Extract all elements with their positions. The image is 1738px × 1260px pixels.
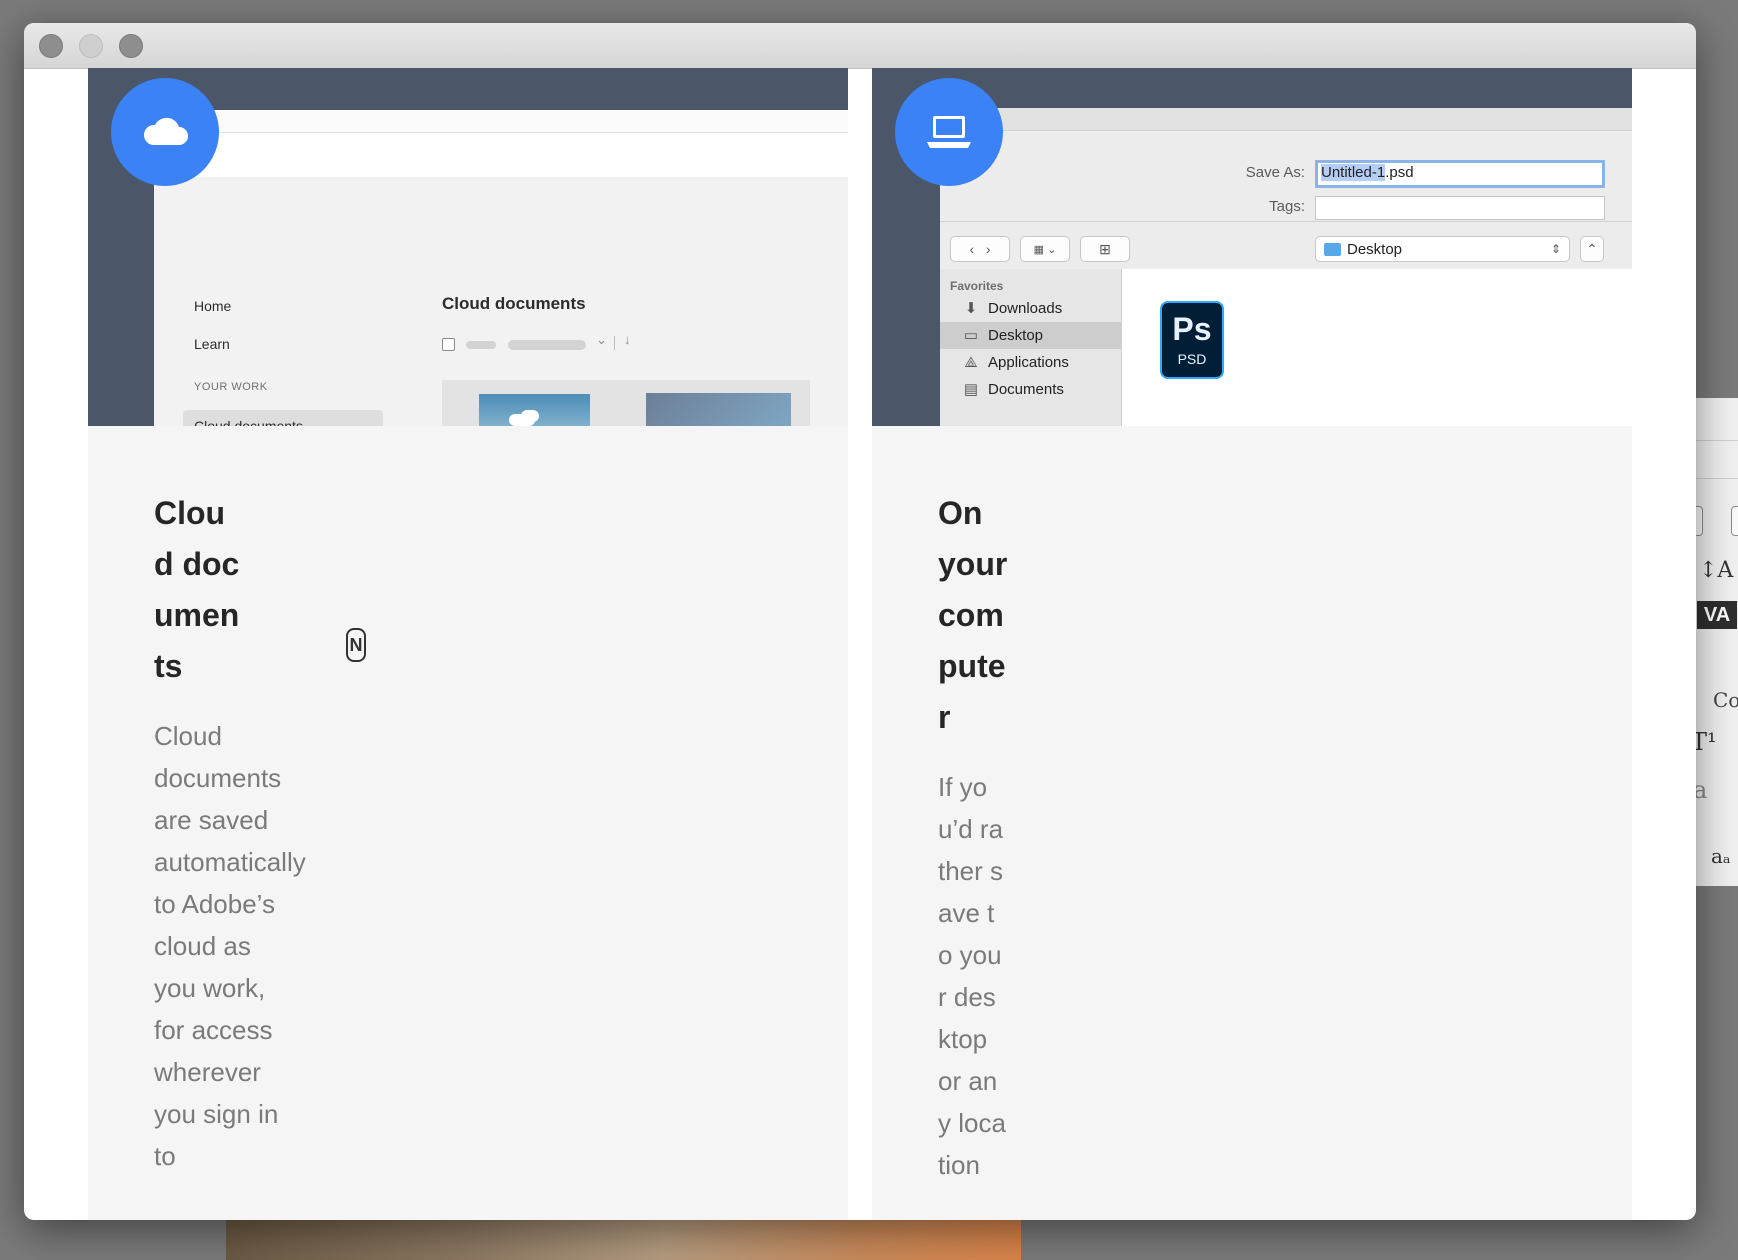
updown-icon: ⇕ <box>1550 242 1561 256</box>
section-label: YOUR WORK <box>194 381 268 393</box>
documents-icon: ▤ <box>963 380 979 398</box>
save-as-field: Untitled-1.psd <box>1315 160 1605 188</box>
kerning-icon: VA <box>1697 601 1737 629</box>
folder-icon <box>1324 242 1341 256</box>
title-bar <box>24 23 1696 69</box>
tags-label: Tags: <box>1269 198 1305 215</box>
panel-divider <box>1691 440 1738 441</box>
applications-icon: ⟁ <box>964 353 978 371</box>
on-your-computer-card[interactable]: Save As: Untitled-1.psd Tags: ‹ › ▦ ⌄ ⊞ … <box>872 68 1632 1220</box>
zoom-button[interactable] <box>119 34 143 58</box>
downloads-icon: ⬇ <box>964 299 978 317</box>
document-tile <box>442 380 626 426</box>
background-character-panel: ↕A VA Co T¹ a aₐ <box>1690 398 1738 886</box>
psd-file-icon: Ps PSD <box>1160 301 1224 379</box>
thumbnail-photo <box>479 394 590 426</box>
collapse-icon: ⌃ <box>1580 236 1604 262</box>
cloud-preview-image: Home Learn YOUR WORK Cloud documents Clo… <box>88 68 848 426</box>
ligature-icon: aₐ <box>1711 844 1731 868</box>
placeholder-bar <box>466 341 496 349</box>
app-topbar <box>154 110 848 133</box>
select-checkbox <box>442 338 455 351</box>
nav-home: Home <box>194 298 232 314</box>
close-button[interactable] <box>39 34 63 58</box>
computer-badge <box>895 78 1003 186</box>
favorites-sidebar: Favorites ⬇ Downloads ▭ Desktop ⟁ Applicati… <box>940 269 1122 426</box>
card-description: Cloud documents are saved automatically … <box>154 721 306 1171</box>
back-forward-buttons: ‹ › <box>950 236 1010 262</box>
view-options-button: ▦ ⌄ <box>1020 236 1070 262</box>
thumbnail-gradient <box>646 393 791 426</box>
favorite-documents: ▤ Documents <box>963 380 1064 398</box>
nav-cloud-documents: Cloud documents <box>194 418 303 426</box>
toolbar-divider <box>614 336 615 350</box>
cloud-icon <box>143 117 188 145</box>
panel-divider <box>1691 478 1738 479</box>
document-tile <box>626 380 810 426</box>
leading-icon: ↕A <box>1699 558 1734 583</box>
chevron-left-icon: ‹ <box>969 241 975 257</box>
laptop-icon <box>927 116 971 148</box>
cloud-documents-card[interactable]: Home Learn YOUR WORK Cloud documents Clo… <box>88 68 848 1220</box>
dialog-content: Home Learn YOUR WORK Cloud documents Clo… <box>24 68 1696 1220</box>
location-select: Desktop ⇕ <box>1315 236 1570 262</box>
computer-preview-image: Save As: Untitled-1.psd Tags: ‹ › ▦ ⌄ ⊞ … <box>872 68 1632 426</box>
text-cursor-icon: N <box>346 628 366 662</box>
new-folder-icon: ⊞ <box>1080 236 1130 262</box>
sort-arrow-icon: ↓ <box>624 332 631 347</box>
favorite-desktop: ▭ Desktop <box>940 322 1121 349</box>
file-browser: Ps PSD <box>1122 269 1632 426</box>
cloud-badge <box>111 78 219 186</box>
desktop-icon: ▭ <box>963 326 979 344</box>
favorite-applications: ⟁ Applications <box>940 349 1121 376</box>
chevron-right-icon: › <box>985 241 991 257</box>
minimize-button[interactable] <box>79 34 103 58</box>
welcome-dialog: Home Learn YOUR WORK Cloud documents Clo… <box>24 23 1696 1220</box>
cloud-app-mock: Home Learn YOUR WORK Cloud documents Clo… <box>154 110 848 426</box>
dialog-topbar <box>940 108 1632 131</box>
divider <box>940 221 1632 222</box>
card-heading: On your computer <box>938 495 1008 735</box>
cloud-docs-title: Cloud documents <box>442 294 586 313</box>
nav-learn: Learn <box>194 336 230 352</box>
save-as-label: Save As: <box>1245 164 1305 181</box>
panel-label: Co <box>1713 688 1738 712</box>
card-heading: Cloud documents <box>154 495 240 684</box>
chevron-down-icon: ⌄ <box>596 332 607 347</box>
favorites-header: Favorites <box>950 279 1004 293</box>
save-dialog-mock: Save As: Untitled-1.psd Tags: ‹ › ▦ ⌄ ⊞ … <box>940 108 1632 426</box>
placeholder-bar <box>508 340 586 350</box>
panel-dropdown[interactable] <box>1731 506 1738 536</box>
favorite-downloads: ⬇ Downloads <box>940 295 1121 322</box>
tags-field <box>1315 196 1605 220</box>
card-description: If you’d rather save to your desktop or … <box>938 772 1006 1180</box>
